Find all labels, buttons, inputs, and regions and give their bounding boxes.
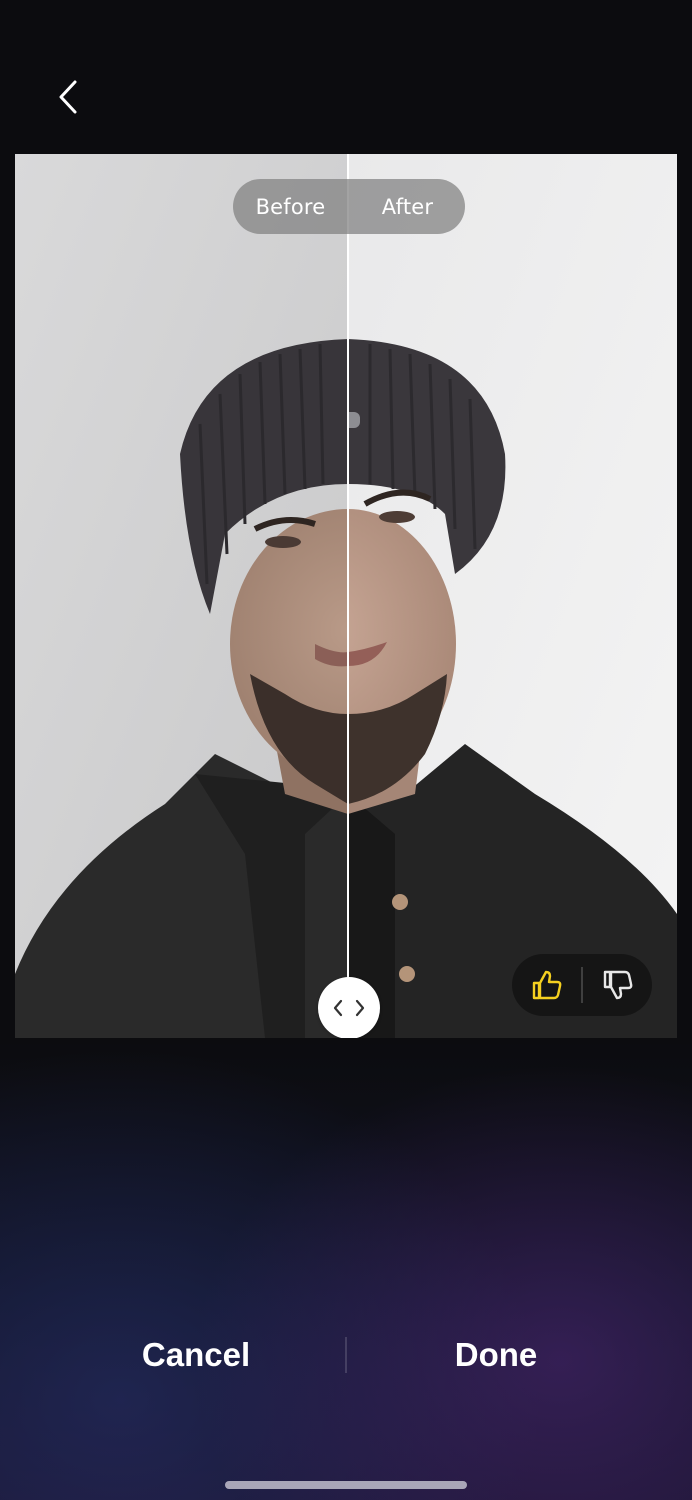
compare-slider-handle[interactable] <box>318 977 380 1038</box>
dislike-button[interactable] <box>583 954 652 1016</box>
back-button[interactable] <box>44 70 92 124</box>
home-indicator[interactable] <box>225 1481 467 1489</box>
before-after-toggle: Before After <box>233 179 465 234</box>
thumbs-down-icon <box>603 970 632 1000</box>
left-right-arrows-icon <box>333 999 365 1017</box>
like-button[interactable] <box>512 954 581 1016</box>
compare-divider-line <box>347 154 349 1014</box>
chevron-left-icon <box>59 80 77 114</box>
feedback-pill <box>512 954 652 1016</box>
cancel-button[interactable]: Cancel <box>46 1320 346 1390</box>
portrait-image <box>15 154 677 1038</box>
thumbs-up-icon <box>532 970 561 1000</box>
bottom-actions: Cancel Done <box>0 1320 692 1390</box>
done-button[interactable]: Done <box>346 1320 646 1390</box>
after-tab[interactable]: After <box>350 179 465 234</box>
photo-compare-screen: Before After Cancel Done <box>0 0 692 1500</box>
before-tab[interactable]: Before <box>233 179 350 234</box>
comparison-photo[interactable]: Before After <box>15 154 677 1038</box>
